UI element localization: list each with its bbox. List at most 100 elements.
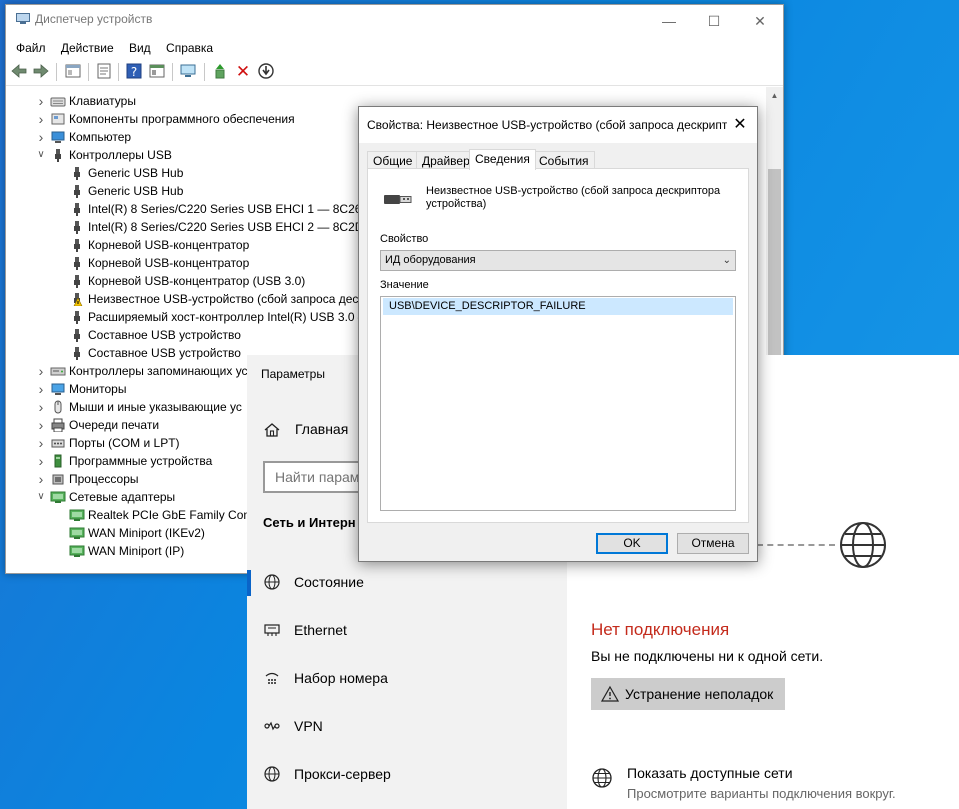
troubleshoot-button[interactable]: Устранение неполадок <box>591 678 785 710</box>
ok-button[interactable]: OK <box>596 533 668 554</box>
usb-icon <box>74 185 80 198</box>
scrollbar-thumb[interactable] <box>768 169 781 359</box>
device-manager-titlebar[interactable]: Диспетчер устройств — ☐ ✕ <box>6 5 783 35</box>
properties-titlebar[interactable]: Свойства: Неизвестное USB-устройство (сб… <box>359 107 757 143</box>
chevron-right-icon[interactable]: › <box>36 452 46 470</box>
tree-item-label: Мыши и иные указывающие ус <box>69 400 242 414</box>
usb-icon <box>74 275 80 288</box>
home-icon <box>264 423 280 437</box>
nav-dialup-label: Набор номера <box>294 670 388 686</box>
globe-icon <box>840 522 886 568</box>
dialup-icon <box>265 672 279 684</box>
nav-proxy[interactable]: Прокси-сервер <box>247 754 567 794</box>
properties-title: Свойства: Неизвестное USB-устройство (сб… <box>367 118 727 132</box>
tree-item-label: Корневой USB-концентратор <box>88 256 250 270</box>
toolbar-separator <box>88 63 89 81</box>
network-adapter-icon <box>69 545 85 557</box>
tree-item-label: Клавиатуры <box>69 94 136 108</box>
tab-general[interactable]: Общие <box>367 151 419 169</box>
chevron-right-icon[interactable]: › <box>36 398 46 416</box>
show-networks-subtitle: Просмотрите варианты подключения вокруг. <box>627 786 896 801</box>
chevron-right-icon[interactable]: › <box>36 470 46 488</box>
disable-icon[interactable] <box>256 62 276 82</box>
nav-status-label: Состояние <box>294 574 364 590</box>
chevron-right-icon[interactable]: › <box>36 110 46 128</box>
nav-ethernet[interactable]: Ethernet <box>247 610 567 650</box>
monitor-icon[interactable] <box>178 62 198 82</box>
chevron-right-icon[interactable]: › <box>36 92 46 110</box>
chevron-right-icon[interactable]: › <box>36 434 46 452</box>
properties-icon[interactable] <box>63 62 83 82</box>
tree-item-label: Очереди печати <box>69 418 160 432</box>
network-status-title: Нет подключения <box>591 620 730 639</box>
mouse-icon <box>54 400 62 414</box>
menu-action[interactable]: Действие <box>61 38 114 58</box>
uninstall-icon[interactable]: ✕ <box>233 62 253 82</box>
vpn-icon <box>264 721 280 731</box>
maximize-button[interactable]: ☐ <box>692 9 736 33</box>
menu-help[interactable]: Справка <box>166 38 213 58</box>
chevron-down-icon: ⌄ <box>722 255 731 266</box>
nav-vpn[interactable]: VPN <box>247 706 567 746</box>
tree-item-label: Generic USB Hub <box>88 166 184 180</box>
usb-icon <box>74 329 80 342</box>
nav-vpn-label: VPN <box>294 718 323 734</box>
network-status-subtitle: Вы не подключены ни к одной сети. <box>591 648 824 664</box>
section-title: Сеть и Интерн <box>263 515 356 530</box>
tab-details[interactable]: Сведения <box>469 149 536 170</box>
property-select[interactable]: ИД оборудования ⌄ <box>380 250 736 271</box>
globe-icon <box>592 768 612 788</box>
network-adapter-icon <box>69 527 85 539</box>
chevron-down-icon[interactable]: ∨ <box>36 146 46 164</box>
tree-item-label: Составное USB устройство <box>88 328 241 342</box>
warning-icon <box>601 685 619 702</box>
computer-icon <box>51 131 65 143</box>
show-networks-link[interactable]: Показать доступные сети Просмотрите вари… <box>591 765 931 805</box>
tree-item-label: Контроллеры USB <box>69 148 172 162</box>
chevron-right-icon[interactable]: › <box>36 416 46 434</box>
tab-events[interactable]: События <box>533 151 595 169</box>
view-icon[interactable] <box>147 62 167 82</box>
toolbar-separator <box>172 63 173 81</box>
menu-view[interactable]: Вид <box>129 38 151 58</box>
nav-dialup[interactable]: Набор номера <box>247 658 567 698</box>
globe-icon <box>264 574 280 590</box>
nav-ethernet-label: Ethernet <box>294 622 347 638</box>
tree-item-label: Процессоры <box>69 472 139 486</box>
device-name: Неизвестное USB-устройство (сбой запроса… <box>426 185 721 210</box>
update-driver-icon[interactable] <box>210 62 230 82</box>
value-listbox[interactable]: USB\DEVICE_DESCRIPTOR_FAILURE <box>380 296 736 511</box>
back-icon[interactable] <box>9 62 29 82</box>
close-icon[interactable]: ✕ <box>725 113 755 137</box>
menu-file[interactable]: Файл <box>16 38 46 58</box>
cancel-button[interactable]: Отмена <box>677 533 749 554</box>
tree-item-label: Мониторы <box>69 382 127 396</box>
tree-item-label: Программные устройства <box>69 454 213 468</box>
chevron-right-icon[interactable]: › <box>36 128 46 146</box>
device-manager-icon <box>16 13 30 24</box>
settings-title: Параметры <box>261 367 325 381</box>
usb-icon <box>74 167 80 180</box>
tab-driver[interactable]: Драйвер <box>416 151 476 169</box>
help-icon[interactable]: ? <box>124 62 144 82</box>
details-icon[interactable] <box>94 62 114 82</box>
tree-item-label: Компьютер <box>69 130 132 144</box>
nav-status[interactable]: Состояние <box>247 562 567 602</box>
chevron-right-icon[interactable]: › <box>36 380 46 398</box>
minimize-button[interactable]: — <box>647 9 691 33</box>
warning-icon <box>73 293 83 306</box>
chevron-right-icon[interactable]: › <box>36 362 46 380</box>
chevron-down-icon[interactable]: ∨ <box>36 488 46 506</box>
close-button[interactable]: ✕ <box>738 9 782 33</box>
property-label: Свойство <box>380 233 429 245</box>
tree-item-label: Порты (COM и LPT) <box>69 436 180 450</box>
keyboard-icon <box>50 97 66 107</box>
printer-icon <box>51 418 65 432</box>
monitor-icon <box>51 383 65 395</box>
globe-icon <box>264 766 280 782</box>
list-item[interactable]: USB\DEVICE_DESCRIPTOR_FAILURE <box>383 298 733 315</box>
component-icon <box>51 113 65 125</box>
forward-icon[interactable] <box>31 62 51 82</box>
connection-dashed-line <box>757 544 835 546</box>
scroll-up-arrow[interactable]: ▲ <box>766 87 783 104</box>
